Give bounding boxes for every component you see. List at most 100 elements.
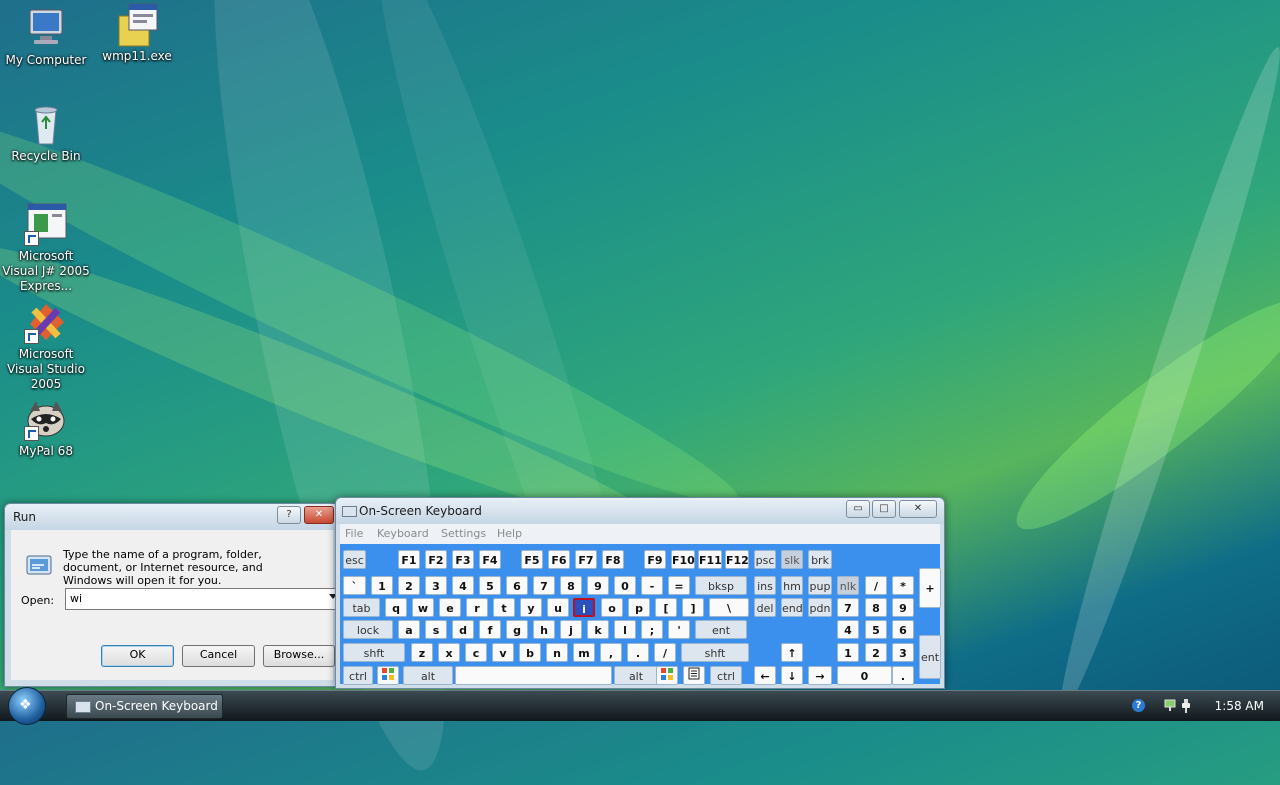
osk-titlebar[interactable]: On-Screen Keyboard ▭ □ ✕ <box>336 498 944 524</box>
key-[interactable]: ] <box>682 598 704 617</box>
help-tray-icon[interactable]: ? <box>1132 699 1145 712</box>
key-v[interactable]: v <box>492 643 514 662</box>
desktop-icon-wmp11[interactable]: wmp11.exe <box>91 2 183 64</box>
key-x[interactable]: x <box>438 643 460 662</box>
taskbar-button-osk[interactable]: On-Screen Keyboard <box>66 694 223 719</box>
menu-help[interactable]: Help <box>497 527 522 540</box>
key-[interactable]: + <box>919 568 941 608</box>
key-pup[interactable]: pup <box>808 576 832 595</box>
help-button[interactable]: ? <box>277 506 301 524</box>
key-space[interactable] <box>455 666 612 685</box>
key-k[interactable]: k <box>587 620 609 639</box>
key-s[interactable]: s <box>425 620 447 639</box>
key-5[interactable]: 5 <box>865 620 887 639</box>
arrow-right-key[interactable]: → <box>808 666 832 685</box>
key-3[interactable]: 3 <box>892 643 914 662</box>
key-bksp[interactable]: bksp <box>695 576 747 595</box>
key-j[interactable]: j <box>560 620 582 639</box>
key-4[interactable]: 4 <box>452 576 474 595</box>
key-ctrl-left[interactable]: ctrl <box>343 666 373 685</box>
network-icon[interactable] <box>1164 699 1176 713</box>
start-button[interactable]: ❖ <box>8 687 46 725</box>
key-ctrl-right[interactable]: ctrl <box>710 666 742 685</box>
key-c[interactable]: c <box>465 643 487 662</box>
open-combobox[interactable] <box>65 588 340 610</box>
key-m[interactable]: m <box>573 643 595 662</box>
key-8[interactable]: 8 <box>560 576 582 595</box>
key-6[interactable]: 6 <box>892 620 914 639</box>
clock[interactable]: 1:58 AM <box>1215 699 1264 713</box>
key-1[interactable]: 1 <box>371 576 393 595</box>
key-[interactable]: \ <box>709 598 749 617</box>
arrow-down-key[interactable]: ↓ <box>781 666 803 685</box>
key-alt-left[interactable]: alt <box>403 666 453 685</box>
key-end[interactable]: end <box>781 598 803 617</box>
open-input[interactable] <box>66 589 320 607</box>
key-0[interactable]: 0 <box>614 576 636 595</box>
desktop-icon-visual-studio[interactable]: Microsoft Visual Studio 2005 <box>0 300 92 392</box>
desktop-icon-visual-jsharp[interactable]: Microsoft Visual J# 2005 Expres... <box>0 202 92 294</box>
key-alt-right[interactable]: alt <box>614 666 658 685</box>
key-F10[interactable]: F10 <box>671 550 695 569</box>
key-[interactable]: / <box>865 576 887 595</box>
key-d[interactable]: d <box>452 620 474 639</box>
key-r[interactable]: r <box>466 598 488 617</box>
key-[interactable]: * <box>892 576 914 595</box>
key-[interactable]: . <box>627 643 649 662</box>
osk-close-button[interactable]: ✕ <box>899 500 937 518</box>
key-f[interactable]: f <box>479 620 501 639</box>
key-l[interactable]: l <box>614 620 636 639</box>
key-[interactable]: , <box>600 643 622 662</box>
key-[interactable]: [ <box>655 598 677 617</box>
windows-key-left[interactable] <box>377 666 399 685</box>
key-e[interactable]: e <box>439 598 461 617</box>
menu-settings[interactable]: Settings <box>441 527 486 540</box>
cancel-button[interactable]: Cancel <box>182 645 255 667</box>
key-F4[interactable]: F4 <box>479 550 501 569</box>
key-i[interactable]: i <box>573 598 595 617</box>
key-numpad-decimal[interactable]: . <box>892 666 914 685</box>
key-F5[interactable]: F5 <box>521 550 543 569</box>
run-titlebar[interactable]: Run ? ✕ <box>5 504 339 530</box>
key-h[interactable]: h <box>533 620 555 639</box>
key-[interactable]: - <box>641 576 663 595</box>
key-2[interactable]: 2 <box>398 576 420 595</box>
browse-button[interactable]: Browse... <box>263 645 335 667</box>
key-shft[interactable]: shft <box>681 643 749 662</box>
key-[interactable]: ↑ <box>781 643 803 662</box>
menu-keyboard[interactable]: Keyboard <box>377 527 429 540</box>
key-[interactable]: = <box>668 576 690 595</box>
key-b[interactable]: b <box>519 643 541 662</box>
key-shft[interactable]: shft <box>343 643 405 662</box>
key-F1[interactable]: F1 <box>398 550 420 569</box>
desktop-icon-recycle-bin[interactable]: Recycle Bin <box>0 102 92 164</box>
key-numpad-0[interactable]: 0 <box>837 666 892 685</box>
key-g[interactable]: g <box>506 620 528 639</box>
key-t[interactable]: t <box>493 598 515 617</box>
minimize-button[interactable]: ▭ <box>846 500 870 518</box>
key-psc[interactable]: psc <box>754 550 776 569</box>
key-[interactable]: / <box>654 643 676 662</box>
key-2[interactable]: 2 <box>865 643 887 662</box>
arrow-left-key[interactable]: ← <box>754 666 776 685</box>
key-ins[interactable]: ins <box>754 576 776 595</box>
key-[interactable]: ; <box>641 620 663 639</box>
key-6[interactable]: 6 <box>506 576 528 595</box>
key-esc[interactable]: esc <box>343 550 366 569</box>
key-del[interactable]: del <box>754 598 776 617</box>
key-tab[interactable]: tab <box>343 598 380 617</box>
key-F8[interactable]: F8 <box>602 550 624 569</box>
key-F6[interactable]: F6 <box>548 550 570 569</box>
key-q[interactable]: q <box>385 598 407 617</box>
key-F12[interactable]: F12 <box>725 550 749 569</box>
key-u[interactable]: u <box>547 598 569 617</box>
key-9[interactable]: 9 <box>892 598 914 617</box>
desktop-icon-my-computer[interactable]: My Computer <box>0 6 92 68</box>
key-p[interactable]: p <box>628 598 650 617</box>
menu-key[interactable] <box>683 666 705 685</box>
key-z[interactable]: z <box>411 643 433 662</box>
key-w[interactable]: w <box>412 598 434 617</box>
key-F2[interactable]: F2 <box>425 550 447 569</box>
key-ent[interactable]: ent <box>695 620 747 639</box>
key-7[interactable]: 7 <box>533 576 555 595</box>
